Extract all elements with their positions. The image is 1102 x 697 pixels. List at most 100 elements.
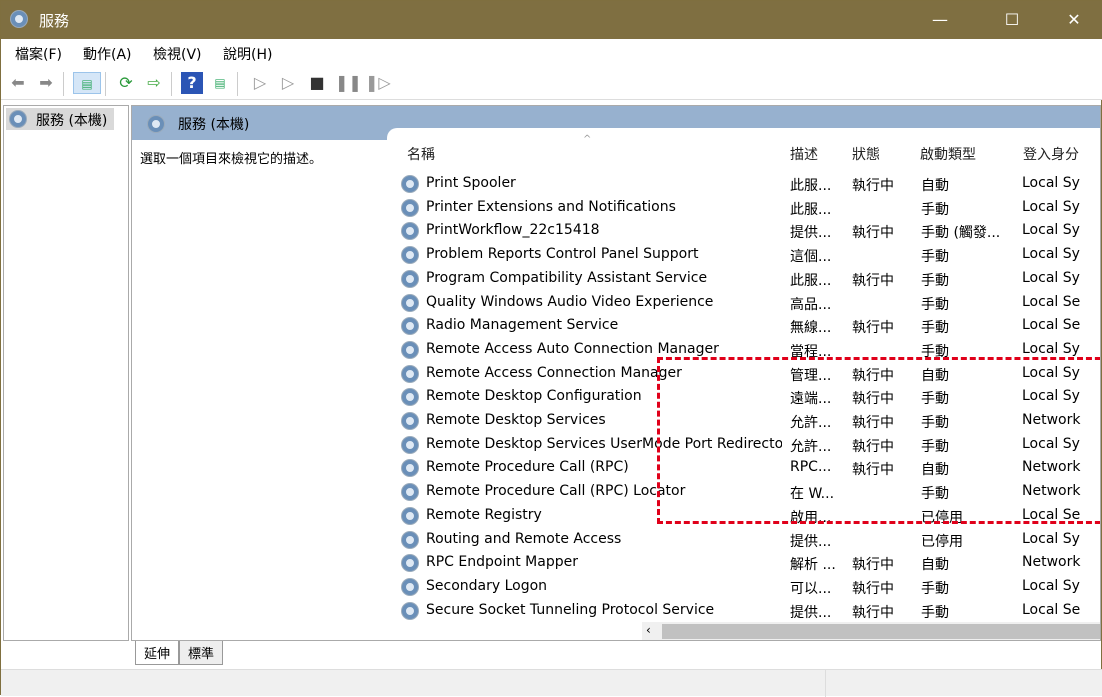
service-gear-icon xyxy=(402,176,418,192)
column-header-status[interactable]: 狀態 xyxy=(852,144,880,164)
service-logon-as: Local Sy xyxy=(1022,246,1080,263)
service-gear-icon xyxy=(402,247,418,264)
scroll-left-icon[interactable]: ‹ xyxy=(646,623,651,637)
services-gear-icon xyxy=(148,116,164,132)
service-row[interactable]: Secondary Logon 可以... 執行中 手動 Local Sy xyxy=(402,575,1100,599)
column-header-startup-type[interactable]: 啟動類型 xyxy=(920,144,976,164)
pane-header-title: 服務 (本機) xyxy=(178,117,250,133)
forward-icon[interactable]: ➡ xyxy=(35,72,57,94)
service-logon-as: Network xyxy=(1022,554,1081,571)
service-row[interactable]: PrintWorkflow_22c15418 提供... 執行中 手動 (觸發.… xyxy=(402,219,1100,243)
service-row[interactable]: Print Spooler 此服... 執行中 自動 Local Sy xyxy=(402,172,1100,196)
service-row[interactable]: Quality Windows Audio Video Experience 高… xyxy=(402,291,1100,315)
service-row[interactable]: Routing and Remote Access 提供... 已停用 Loca… xyxy=(402,528,1100,552)
service-logon-as: Local Sy xyxy=(1022,577,1080,594)
description-text: 選取一個項目來檢視它的描述。 xyxy=(140,152,323,167)
service-row[interactable]: Secure Socket Tunneling Protocol Service… xyxy=(402,599,1100,623)
show-hide-console-tree-icon[interactable]: ▤ xyxy=(73,72,101,94)
service-gear-icon xyxy=(402,318,418,335)
service-status: 執行中 xyxy=(852,320,894,337)
service-startup-type: 手動 xyxy=(921,296,949,313)
help-icon[interactable]: ? xyxy=(181,72,203,94)
service-gear-icon xyxy=(402,436,418,453)
close-button[interactable]: ✕ xyxy=(1051,1,1097,39)
service-name: PrintWorkflow_22c15418 xyxy=(426,222,600,239)
service-name: Routing and Remote Access xyxy=(426,530,622,547)
service-gear-icon xyxy=(402,602,418,619)
service-row[interactable]: Problem Reports Control Panel Support 這個… xyxy=(402,243,1100,267)
service-name: Remote Access Auto Connection Manager xyxy=(426,340,719,357)
column-header-description[interactable]: 描述 xyxy=(790,144,818,164)
service-name: Program Compatibility Assistant Service xyxy=(426,269,708,286)
service-logon-as: Local Se xyxy=(1022,601,1081,618)
service-row[interactable]: Radio Management Service 無線... 執行中 手動 Lo… xyxy=(402,314,1100,338)
services-list: ^ 名稱 描述 狀態 啟動類型 登入身分 Print Spooler 此服...… xyxy=(387,128,1100,640)
service-name: RPC Endpoint Mapper xyxy=(426,554,578,571)
start-service-icon[interactable]: ▷ xyxy=(249,72,271,94)
service-gear-icon xyxy=(402,413,418,429)
service-startup-type: 手動 xyxy=(921,201,949,218)
service-status: 執行中 xyxy=(852,604,894,621)
service-row[interactable]: RPC Endpoint Mapper 解析 ... 執行中 自動 Networ… xyxy=(402,551,1100,575)
service-startup-type: 已停用 xyxy=(921,533,963,550)
tree-item-services-local[interactable]: 服務 (本機) xyxy=(6,108,114,130)
toolbar-separator xyxy=(171,72,172,96)
service-logon-as: Local Se xyxy=(1022,293,1081,310)
services-pane: 服務 (本機) 選取一個項目來檢視它的描述。 ^ 名稱 描述 狀態 啟動類型 登… xyxy=(131,105,1101,641)
start-service-alt-icon[interactable]: ▷ xyxy=(277,72,299,94)
service-gear-icon xyxy=(402,270,418,287)
horizontal-scrollbar[interactable]: ‹ › xyxy=(642,622,1100,640)
service-description: 此服... xyxy=(790,178,832,194)
service-status: 執行中 xyxy=(852,580,894,597)
service-gear-icon xyxy=(402,507,418,524)
service-startup-type: 自動 xyxy=(921,178,949,194)
service-status: 執行中 xyxy=(852,272,894,289)
service-gear-icon xyxy=(402,199,418,216)
service-gear-icon xyxy=(402,460,418,477)
service-row[interactable]: Printer Extensions and Notifications 此服.… xyxy=(402,196,1100,220)
menu-help[interactable]: 說明(H) xyxy=(223,44,272,64)
horizontal-scroll-thumb[interactable] xyxy=(662,624,1100,639)
service-description: 提供... xyxy=(790,533,832,550)
service-description: 解析 ... xyxy=(790,557,836,574)
service-row[interactable]: Program Compatibility Assistant Service … xyxy=(402,267,1100,291)
refresh-icon[interactable]: ⟳ xyxy=(115,72,137,94)
service-gear-icon xyxy=(402,223,418,240)
toolbar-separator xyxy=(105,72,106,96)
toolbar-separator xyxy=(63,72,64,96)
pause-service-icon[interactable]: ❚❚ xyxy=(335,72,362,94)
service-name: Quality Windows Audio Video Experience xyxy=(426,293,714,310)
sort-ascending-icon: ^ xyxy=(583,134,592,145)
service-startup-type: 手動 xyxy=(921,249,949,266)
menu-bar: 檔案(F) 動作(A) 檢視(V) 說明(H) xyxy=(1,39,1102,67)
services-gear-icon xyxy=(11,11,27,27)
maximize-button[interactable]: ☐ xyxy=(989,1,1035,39)
export-list-icon[interactable]: ⇨ xyxy=(143,72,165,94)
window-title: 服務 xyxy=(39,12,70,30)
service-status: 執行中 xyxy=(852,225,894,242)
service-startup-type: 手動 xyxy=(921,320,949,337)
stop-service-icon[interactable]: ■ xyxy=(306,72,328,94)
tab-extended[interactable]: 延伸 xyxy=(135,641,180,665)
service-gear-icon xyxy=(402,531,418,548)
service-gear-icon xyxy=(402,294,418,311)
service-description: 這個... xyxy=(790,249,832,266)
back-icon[interactable]: ⬅ xyxy=(7,72,29,94)
service-logon-as: Local Sy xyxy=(1022,530,1080,547)
menu-file[interactable]: 檔案(F) xyxy=(15,44,62,64)
service-startup-type: 手動 (觸發... xyxy=(921,225,1001,242)
service-startup-type: 手動 xyxy=(921,604,949,621)
tab-standard[interactable]: 標準 xyxy=(179,641,224,665)
service-startup-type: 自動 xyxy=(921,557,949,574)
column-header-logon-as[interactable]: 登入身分 xyxy=(1023,144,1083,164)
service-status: 執行中 xyxy=(852,178,894,194)
minimize-button[interactable]: — xyxy=(917,1,963,39)
show-action-pane-icon[interactable]: ▤ xyxy=(209,72,231,94)
menu-view[interactable]: 檢視(V) xyxy=(153,44,202,64)
toolbar-separator xyxy=(237,72,238,96)
resume-service-icon[interactable]: ❚▷ xyxy=(365,72,391,94)
column-header-name[interactable]: 名稱 xyxy=(407,144,435,164)
menu-action[interactable]: 動作(A) xyxy=(83,44,132,64)
status-divider xyxy=(825,670,826,697)
service-status: 執行中 xyxy=(852,557,894,574)
